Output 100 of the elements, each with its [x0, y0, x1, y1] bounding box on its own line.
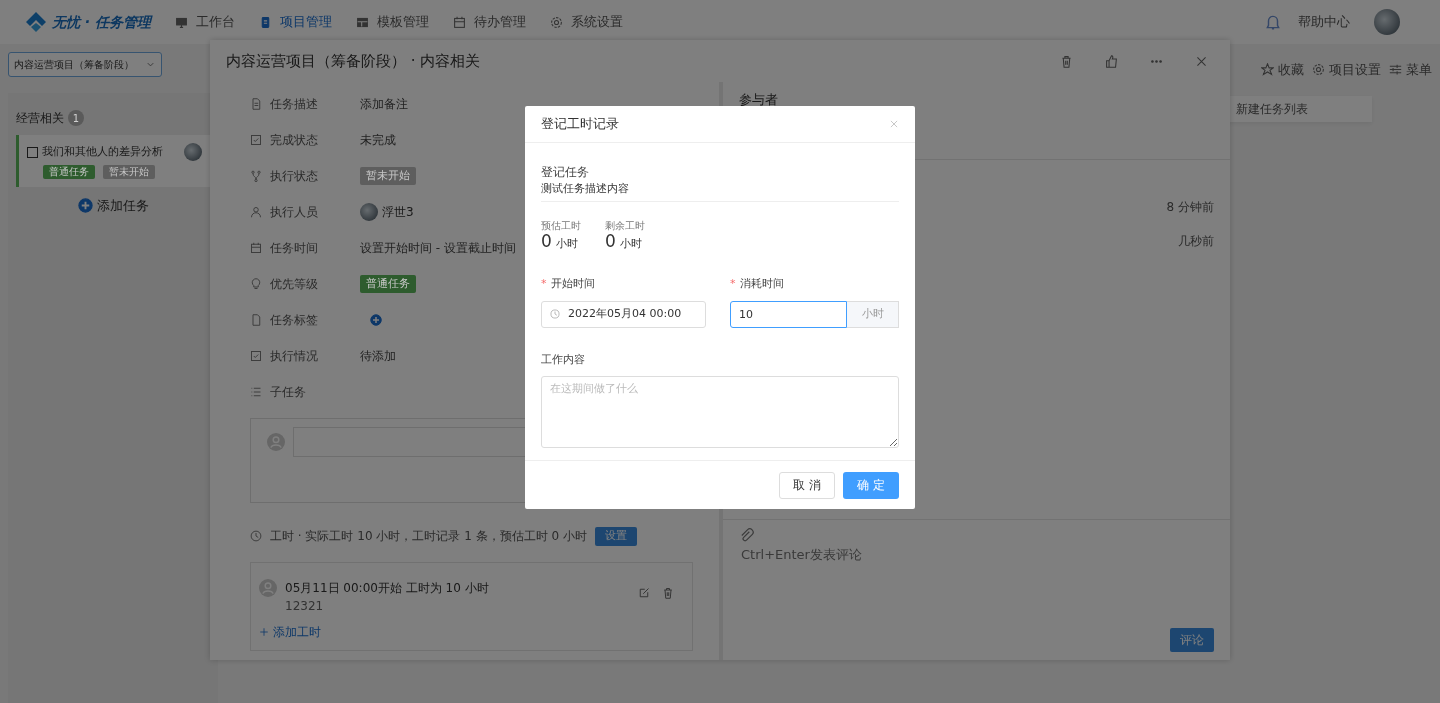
toolbar-link[interactable]: 项目设置 — [1312, 60, 1381, 80]
hours-input[interactable]: 10 — [730, 300, 847, 328]
comment-button[interactable]: 评论 — [1170, 628, 1214, 652]
stat-unit: 小时 — [619, 235, 642, 252]
new-list-button[interactable]: 新建任务列表 — [1228, 95, 1372, 122]
clock-icon — [250, 530, 262, 543]
work-content-field[interactable]: 在这期间做了什么 — [541, 376, 899, 448]
page-icon — [250, 314, 262, 326]
close-icon[interactable] — [889, 119, 899, 129]
gear-icon — [550, 15, 564, 29]
document-icon — [250, 98, 262, 110]
activity-time: 8 分钟前 — [1166, 199, 1214, 216]
participants-label: 参与者 — [739, 92, 778, 107]
field-label: 任务描述 — [270, 96, 319, 113]
user-icon — [250, 206, 262, 218]
field-label: 优先等级 — [270, 276, 319, 293]
user-avatar-icon — [259, 578, 277, 597]
logo-text: 无忧 · 任务管理 — [52, 12, 152, 32]
count-badge: 1 — [68, 110, 84, 127]
delete-icon[interactable] — [1060, 54, 1073, 68]
worktime-summary: 工时 · 实际工时 10 小时，工时记录 1 条，预估工时 0 小时 — [270, 528, 587, 546]
field-label: 任务时间 — [270, 240, 319, 257]
grid-icon — [356, 15, 370, 29]
nav-tab[interactable]: 项目管理 — [259, 12, 333, 32]
edit-icon[interactable] — [638, 586, 650, 599]
help-link[interactable]: 帮助中心 — [1298, 12, 1350, 32]
stat-unit: 小时 — [555, 235, 578, 252]
nav-tab[interactable]: 系统设置 — [550, 12, 624, 32]
monitor-icon — [175, 15, 189, 29]
thumbs-up-icon[interactable] — [1105, 54, 1118, 68]
plus-icon — [259, 626, 269, 637]
avatar — [184, 143, 202, 162]
field-label: 执行人员 — [270, 204, 319, 221]
gear-icon — [1312, 63, 1325, 77]
activity-time: 几秒前 — [1178, 233, 1214, 250]
bell-icon — [1264, 13, 1282, 31]
add-icon[interactable] — [370, 314, 382, 326]
date-field[interactable]: 2022年05月04 00:00 — [541, 300, 706, 328]
calendar-icon — [250, 242, 262, 254]
checkbox-icon — [250, 134, 262, 146]
status-tag[interactable]: 普通任务 — [360, 275, 416, 293]
record-title: 05月11日 00:00开始 工时为 10 小时 — [285, 579, 489, 597]
stat-label: 预估工时 — [541, 218, 581, 233]
stat-value: 0 — [541, 232, 552, 250]
plus-icon — [77, 198, 93, 214]
logo-icon — [24, 10, 48, 34]
add-worktime-link[interactable]: 添加工时 — [259, 622, 321, 641]
stat-label: 剩余工时 — [605, 218, 645, 233]
nav-tab[interactable]: 模板管理 — [356, 12, 430, 32]
project-select[interactable]: 内容运营项目（筹备阶段） — [8, 52, 162, 78]
sliders-icon — [1389, 63, 1402, 77]
assignee-name[interactable]: 浮世3 — [382, 203, 414, 221]
unit-addon: 小时 — [847, 300, 899, 328]
drawer-title: 内容运营项目（筹备阶段） · 内容相关 — [226, 50, 481, 72]
task-tag: 暂未开始 — [103, 165, 155, 180]
field-value[interactable]: 添加备注 — [360, 95, 408, 113]
avatar — [360, 203, 378, 221]
status-tag[interactable]: 暂未开始 — [360, 167, 416, 185]
bulb-icon — [250, 278, 262, 290]
field-label: 子任务 — [270, 384, 307, 401]
branch-icon — [250, 170, 262, 182]
field-label: 工作内容 — [541, 352, 585, 366]
list-title: 经营相关 — [16, 110, 64, 128]
field-value[interactable]: 设置开始时间 - 设置截止时间 — [360, 239, 516, 257]
field-label: 执行情况 — [270, 348, 319, 365]
field-label: 执行状态 — [270, 168, 319, 185]
checkbox-icon — [250, 350, 262, 362]
required-mark: * — [730, 276, 736, 292]
task-label: 登记任务 — [541, 164, 590, 181]
toolbar-link[interactable]: 菜单 — [1389, 60, 1432, 80]
close-icon[interactable] — [1195, 54, 1208, 68]
clock-icon — [550, 309, 560, 319]
paperclip-icon — [739, 528, 754, 543]
calendar-icon — [453, 15, 467, 29]
field-label: 任务标签 — [270, 312, 319, 329]
field-label: 开始时间 — [550, 276, 595, 292]
add-task-button[interactable]: 添加任务 — [76, 195, 150, 217]
task-card[interactable]: 我们和其他人的差异分析 普通任务 暂未开始 — [16, 135, 210, 188]
nav-tab[interactable]: 工作台 — [175, 12, 236, 32]
task-value: 测试任务描述内容 — [541, 181, 630, 197]
task-title: 我们和其他人的差异分析 — [42, 143, 163, 160]
delete-icon[interactable] — [662, 586, 674, 599]
stat-value: 0 — [605, 232, 616, 250]
field-value[interactable]: 未完成 — [360, 131, 396, 149]
user-avatar[interactable] — [1374, 9, 1400, 35]
star-icon — [1261, 63, 1274, 77]
settings-button[interactable]: 设置 — [594, 527, 637, 546]
confirm-button[interactable]: 确 定 — [843, 471, 899, 499]
user-avatar-icon — [267, 433, 285, 451]
field-label: 完成状态 — [270, 132, 319, 149]
nav-tab[interactable]: 待办管理 — [453, 12, 527, 32]
toolbar-link[interactable]: 收藏 — [1261, 60, 1304, 80]
record-note: 12321 — [285, 597, 325, 615]
task-tag: 普通任务 — [43, 165, 95, 180]
checkbox[interactable] — [27, 146, 38, 158]
cancel-button[interactable]: 取 消 — [779, 471, 835, 499]
field-value[interactable]: 待添加 — [360, 347, 396, 365]
field-label: 消耗时间 — [739, 276, 784, 292]
dialog-title: 登记工时记录 — [541, 115, 619, 134]
required-mark: * — [541, 276, 547, 292]
